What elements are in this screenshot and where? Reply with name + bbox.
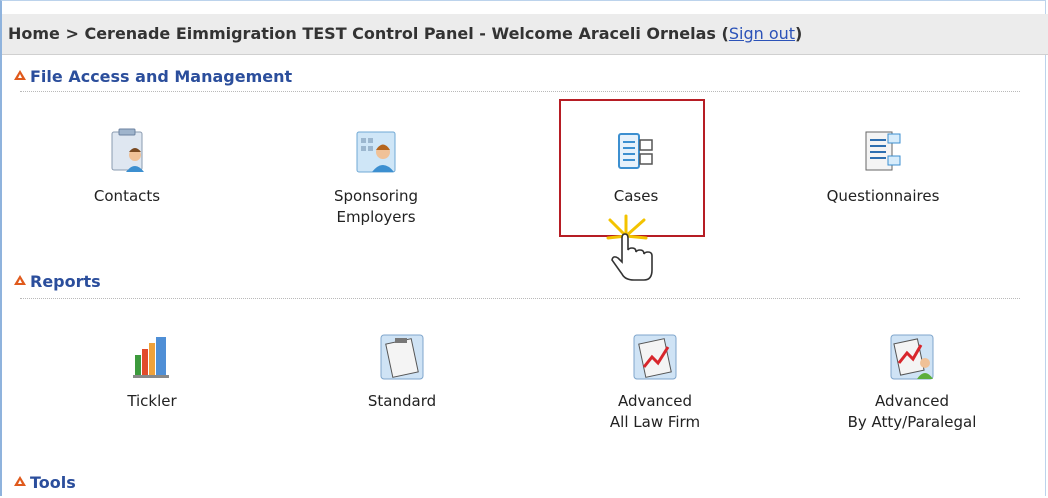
questionnaires-button[interactable]: Questionnaires (803, 128, 963, 207)
sign-out-link[interactable]: Sign out (729, 24, 795, 43)
sponsoring-employers-button[interactable]: Sponsoring Employers (296, 128, 456, 228)
contacts-button[interactable]: Contacts (47, 128, 207, 207)
section-title: File Access and Management (30, 67, 293, 86)
section-divider (20, 91, 1020, 92)
bar-chart-icon (133, 337, 169, 378)
section-title: Tools (30, 473, 76, 492)
tickler-label: Tickler (127, 392, 177, 410)
close-paren: ) (795, 24, 803, 43)
advanced-all-law-firm-button[interactable]: Advanced All Law Firm (575, 333, 735, 433)
tickler-button[interactable]: Tickler (72, 333, 232, 412)
contacts-label: Contacts (93, 187, 161, 205)
clipboard-chart-icon (633, 334, 677, 380)
contacts-icon (111, 128, 144, 172)
section-reports[interactable]: Reports (14, 272, 101, 291)
sponsoring-employers-label: Sponsoring Employers (333, 187, 419, 226)
hand-pointer-icon (606, 214, 653, 281)
advanced-by-atty-label: Advanced By Atty/Paralegal (847, 392, 977, 431)
section-tools[interactable]: Tools (14, 473, 76, 492)
section-title: Reports (30, 272, 101, 291)
collapse-triangle-icon[interactable] (14, 476, 26, 486)
section-file-access[interactable]: File Access and Management (14, 67, 293, 86)
advanced-all-law-firm-label: Advanced All Law Firm (609, 392, 701, 431)
collapse-triangle-icon[interactable] (14, 275, 26, 285)
header-bar: Home > Cerenade Eimmigration TEST Contro… (2, 14, 1048, 55)
standard-button[interactable]: Standard (322, 333, 482, 412)
breadcrumb-text: Home > Cerenade Eimmigration TEST Contro… (8, 24, 729, 43)
section-divider (20, 298, 1020, 299)
breadcrumb: Home > Cerenade Eimmigration TEST Contro… (8, 24, 802, 43)
advanced-by-atty-button[interactable]: Advanced By Atty/Paralegal (832, 333, 992, 433)
standard-label: Standard (367, 392, 437, 410)
clipboard-chart-person-icon (890, 334, 934, 380)
sponsoring-employers-icon (356, 131, 396, 173)
collapse-triangle-icon[interactable] (14, 70, 26, 80)
questionnaires-label: Questionnaires (826, 187, 940, 205)
questionnaires-icon (865, 131, 901, 171)
clipboard-report-icon (380, 334, 424, 380)
